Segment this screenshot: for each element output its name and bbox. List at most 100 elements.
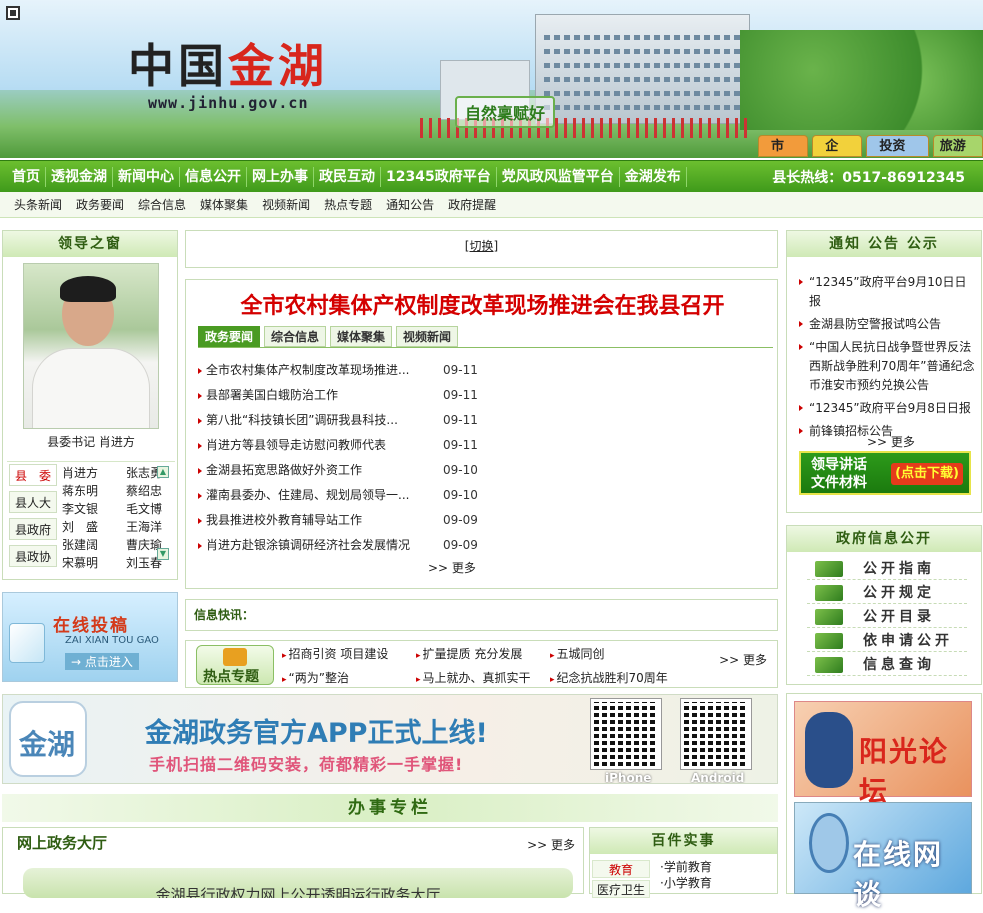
gov-info-guide[interactable]: 公开指南 [807, 558, 967, 580]
hot-topics-badge[interactable]: 热点专题 [196, 645, 274, 685]
sunshine-forum-banner[interactable]: 阳光论坛 [794, 701, 972, 808]
hundred-sub-item[interactable]: ·学前教育 [660, 860, 712, 875]
leader-name[interactable]: 李文银 [62, 500, 98, 518]
leader-name[interactable]: 毛文博 [126, 500, 162, 518]
list-item[interactable]: “中国人民抗日战争暨世界反法西斯战争胜利70周年”普通纪念币淮安市预约兑换公告 [799, 338, 977, 395]
leader-name[interactable]: 蔡绍忠 [126, 482, 162, 500]
leader-cat-party[interactable]: 县 委 [9, 464, 57, 486]
leader-cat-congress[interactable]: 县人大 [9, 491, 57, 513]
list-item[interactable]: 第八批“科技镇长团”调研我县科技... 09-11 [198, 410, 478, 435]
list-item[interactable]: 金湖县防空警报试鸣公告 [799, 315, 977, 334]
list-item[interactable]: 肖进方赴银涂镇调研经济社会发展情况 09-09 [198, 535, 478, 560]
hundred-cat-health[interactable]: 医疗卫生 [592, 880, 650, 898]
leader-name[interactable]: 肖进方 [62, 464, 98, 482]
leader-cat-government[interactable]: 县政府 [9, 518, 57, 540]
leader-photo[interactable] [23, 263, 159, 429]
submission-enter[interactable]: → 点击进入 [65, 653, 139, 670]
subnav-item[interactable]: 头条新闻 [0, 196, 69, 213]
nav-interaction[interactable]: 政民互动 [314, 166, 381, 187]
tab-tourist[interactable]: 旅游者 [932, 135, 983, 176]
scroll-down-icon[interactable]: ▼ [157, 548, 169, 560]
online-hall-more-link[interactable]: >> 更多 [527, 836, 575, 853]
news-title[interactable]: 全市农村集体产权制度改革现场推进... [198, 360, 428, 385]
subnav-item[interactable]: 通知公告 [379, 196, 441, 213]
site-logo[interactable]: 中国金湖 [128, 30, 328, 96]
hundred-cat-education[interactable]: 教育 [592, 860, 650, 878]
leader-name[interactable]: 张建阔 [62, 536, 98, 554]
hot-topic-link[interactable]: 扩量提质 充分发展 [416, 645, 523, 662]
iphone-qr-code-icon[interactable] [590, 698, 662, 770]
hot-topic-link[interactable]: “两为”整治 [282, 669, 349, 686]
subnav-item[interactable]: 政府提醒 [441, 196, 503, 213]
tab-citizen[interactable]: 市民 [758, 135, 809, 176]
list-item[interactable]: 全市农村集体产权制度改革现场推进... 09-11 [198, 360, 478, 385]
list-item[interactable]: 县部署美国白蛾防治工作 09-11 [198, 385, 478, 410]
subnav-item[interactable]: 视频新闻 [255, 196, 317, 213]
hot-topic-link[interactable]: 马上就办、真抓实干 [416, 669, 531, 686]
news-date: 09-10 [443, 463, 478, 477]
switch-bracket: ] [493, 239, 499, 253]
list-item[interactable]: 我县推进校外教育辅导站工作 09-09 [198, 510, 478, 535]
leader-name[interactable]: 宋慕明 [62, 554, 98, 571]
news-title[interactable]: 县部署美国白蛾防治工作 [198, 385, 428, 410]
nav-release[interactable]: 金湖发布 [620, 166, 687, 187]
gov-info-search[interactable]: 信息查询 [807, 654, 967, 676]
speech-materials-download-button[interactable]: 领导讲话 文件材料 (点击下载) [799, 451, 971, 495]
android-qr-code-icon[interactable] [680, 698, 752, 770]
leader-caption[interactable]: 县委书记 肖进方 [3, 433, 179, 450]
audience-tabs: 市民 企业 投资者 旅游者 [758, 135, 983, 176]
list-item[interactable]: 肖进方等县领导走访慰问教师代表 09-11 [198, 435, 478, 460]
subnav-item[interactable]: 热点专题 [317, 196, 379, 213]
subnav-item[interactable]: 政务要闻 [69, 196, 131, 213]
news-date: 09-11 [443, 388, 478, 402]
leader-name[interactable]: 蒋东明 [62, 482, 98, 500]
online-submission-banner[interactable]: 在线投稿 ZAI XIAN TOU GAO → 点击进入 [2, 592, 178, 682]
switch-link[interactable]: 切换 [469, 239, 493, 253]
online-interview-banner[interactable]: 在线网谈 [794, 802, 972, 911]
nav-12345[interactable]: 12345政府平台 [381, 166, 497, 187]
hot-topics-more-link[interactable]: >> 更多 [719, 651, 767, 668]
leader-name[interactable]: 刘 盛 [62, 518, 98, 536]
hot-topic-link[interactable]: 五城同创 [550, 645, 605, 662]
subnav-item[interactable]: 综合信息 [131, 196, 193, 213]
nav-home[interactable]: 首页 [0, 166, 46, 187]
headline-news[interactable]: 全市农村集体产权制度改革现场推进会在我县召开 [186, 288, 779, 320]
tab-investor[interactable]: 投资者 [866, 135, 929, 176]
nav-info-public[interactable]: 信息公开 [180, 166, 247, 187]
leader-cat-cppcc[interactable]: 县政协 [9, 545, 57, 567]
rules-icon [815, 585, 843, 601]
gov-info-rules[interactable]: 公开规定 [807, 582, 967, 604]
news-title[interactable]: 肖进方等县领导走访慰问教师代表 [198, 435, 428, 460]
news-title[interactable]: 我县推进校外教育辅导站工作 [198, 510, 428, 535]
site-url: www.jinhu.gov.cn [148, 94, 309, 112]
nav-about[interactable]: 透视金湖 [46, 166, 113, 187]
news-title[interactable]: 灌南县委办、住建局、规划局领导一... [198, 485, 428, 510]
nav-supervision[interactable]: 党风政风监管平台 [497, 166, 620, 187]
hot-topic-link[interactable]: 纪念抗战胜利70周年 [550, 669, 668, 686]
hot-topic-link[interactable]: 招商引资 项目建设 [282, 645, 389, 662]
tab-general-info[interactable]: 综合信息 [264, 326, 327, 347]
gov-info-request[interactable]: 依申请公开 [807, 630, 967, 652]
subnav-item[interactable]: 媒体聚集 [193, 196, 255, 213]
news-title[interactable]: 第八批“科技镇长团”调研我县科技... [198, 410, 428, 435]
news-more-link[interactable]: >> 更多 [428, 559, 476, 576]
leader-name[interactable]: 王海洋 [126, 518, 162, 536]
tab-enterprise[interactable]: 企业 [812, 135, 863, 176]
news-title[interactable]: 肖进方赴银涂镇调研经济社会发展情况 [198, 535, 428, 560]
app-launch-banner[interactable]: 金湖 金湖政务官方APP正式上线! 手机扫描二维码安装，荷都精彩一手掌握! iP… [2, 694, 778, 784]
gov-info-catalog[interactable]: 公开目录 [807, 606, 967, 628]
list-item[interactable]: “12345”政府平台9月10日日报 [799, 273, 977, 311]
list-item[interactable]: 金湖县拓宽思路做好外资工作 09-10 [198, 460, 478, 485]
list-item[interactable]: “12345”政府平台9月8日日报 [799, 399, 977, 418]
tab-gov-news[interactable]: 政务要闻 [198, 326, 261, 347]
nav-online-service[interactable]: 网上办事 [247, 166, 314, 187]
window-toggle-icon[interactable] [6, 6, 20, 20]
news-title[interactable]: 金湖县拓宽思路做好外资工作 [198, 460, 428, 485]
tab-media[interactable]: 媒体聚集 [330, 326, 393, 347]
nav-news[interactable]: 新闻中心 [113, 166, 180, 187]
notice-more-link[interactable]: >> 更多 [867, 433, 915, 450]
list-item[interactable]: 灌南县委办、住建局、规划局领导一... 09-10 [198, 485, 478, 510]
hundred-sub-item[interactable]: ·小学教育 [660, 876, 712, 891]
tab-video[interactable]: 视频新闻 [396, 326, 459, 347]
scroll-up-icon[interactable]: ▲ [157, 466, 169, 478]
